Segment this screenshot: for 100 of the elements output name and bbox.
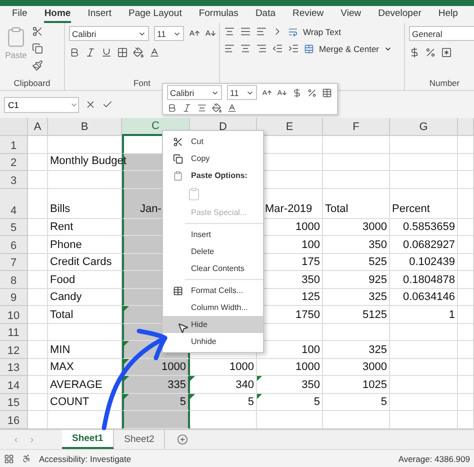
table-cell: 3000 <box>323 218 390 236</box>
comma-style-icon[interactable] <box>441 47 452 58</box>
bold-icon[interactable] <box>69 47 80 58</box>
table-cell: 0.102439 <box>390 254 458 272</box>
ribbon-tab[interactable]: Formulas <box>198 6 238 24</box>
underline-icon[interactable] <box>101 47 112 58</box>
cell-mode-icon <box>4 454 14 464</box>
column-header[interactable]: F <box>323 118 390 136</box>
ribbon-tab[interactable]: Developer <box>378 6 422 24</box>
decrease-font-icon[interactable] <box>277 88 287 98</box>
ribbon-tab[interactable]: File <box>12 6 28 24</box>
wrap-text-button[interactable]: Wrap Text <box>303 26 341 37</box>
accessibility-status[interactable]: Accessibility: Investigate <box>39 454 132 464</box>
row-header[interactable]: 4 <box>0 188 28 219</box>
align-bottom-icon[interactable] <box>256 26 267 38</box>
table-cell: 1000 <box>257 358 323 376</box>
copy-icon[interactable] <box>32 43 43 54</box>
number-format-field[interactable]: General <box>409 26 474 42</box>
column-header[interactable]: E <box>257 118 323 136</box>
row-header[interactable]: 8 <box>0 271 28 289</box>
ribbon-tab[interactable]: Review <box>292 6 324 24</box>
align-left-icon[interactable] <box>224 43 235 54</box>
group-label: Number <box>428 78 461 90</box>
align-center-icon[interactable] <box>197 103 207 113</box>
table-cell: Total <box>48 306 122 324</box>
table-cell: 5 <box>257 394 323 412</box>
decrease-indent-icon[interactable] <box>272 43 283 54</box>
wrap-text-icon[interactable] <box>288 26 298 37</box>
table-icon[interactable] <box>322 88 332 98</box>
ribbon-tab[interactable]: Data <box>255 6 276 24</box>
row-header[interactable]: 12 <box>0 341 28 359</box>
borders-icon[interactable] <box>117 47 128 58</box>
cancel-icon[interactable] <box>85 99 96 110</box>
table-cell: 525 <box>323 254 390 272</box>
increase-indent-icon[interactable] <box>288 43 299 54</box>
merge-cells-icon[interactable] <box>304 44 314 54</box>
row-header[interactable]: 15 <box>0 394 28 412</box>
row-header[interactable]: 13 <box>0 358 28 376</box>
table-cell <box>390 411 458 429</box>
currency-icon[interactable] <box>409 47 420 58</box>
ribbon-tab[interactable]: Help <box>438 6 458 24</box>
align-right-icon[interactable] <box>256 43 267 54</box>
align-top-icon[interactable] <box>224 26 235 38</box>
row-header[interactable]: 16 <box>0 411 28 429</box>
table-cell <box>390 154 458 172</box>
row-header[interactable]: 6 <box>0 236 28 254</box>
table-cell <box>458 394 474 412</box>
font-name-field[interactable]: Calibri <box>167 85 222 100</box>
font-name-field[interactable]: Calibri <box>69 26 149 42</box>
table-cell <box>323 136 390 154</box>
row-header[interactable]: 5 <box>0 218 28 236</box>
cell-text: Total <box>325 202 348 216</box>
row-header[interactable]: 9 <box>0 288 28 306</box>
font-size-field[interactable]: 11 <box>154 26 184 42</box>
table-cell <box>257 411 323 429</box>
add-sheet-icon[interactable] <box>177 434 188 446</box>
name-box[interactable]: C1 <box>4 96 79 113</box>
menu-item[interactable]: Hide <box>163 316 263 333</box>
align-middle-icon[interactable] <box>240 26 251 38</box>
merge-center-button[interactable]: Merge & Center <box>319 44 379 54</box>
percent-icon[interactable] <box>425 47 436 58</box>
align-center-icon[interactable] <box>240 43 251 54</box>
fill-color-icon[interactable] <box>212 103 222 113</box>
sheet-tab[interactable]: Sheet1 <box>62 430 114 450</box>
font-color-icon[interactable] <box>149 47 160 58</box>
table-cell <box>458 306 474 324</box>
menu-item[interactable]: Copy <box>163 150 263 167</box>
cell-text: Bills <box>50 202 70 216</box>
row-header[interactable]: 11 <box>0 324 28 342</box>
row-header[interactable]: 2 <box>0 154 28 172</box>
table-cell: 0.1804878 <box>390 271 458 289</box>
column-header[interactable]: A <box>28 118 48 136</box>
row-header[interactable]: 14 <box>0 376 28 394</box>
bold-icon[interactable] <box>167 103 177 113</box>
ribbon-tab[interactable]: Insert <box>88 6 112 24</box>
italic-icon[interactable] <box>85 47 96 58</box>
percent-icon[interactable] <box>307 88 317 98</box>
row-header[interactable]: 3 <box>0 171 28 189</box>
paintbrush-icon[interactable] <box>32 60 43 72</box>
group-label: Font <box>132 78 152 90</box>
table-cell <box>390 394 458 412</box>
accessibility-icon[interactable] <box>22 454 31 464</box>
ribbon-tab[interactable]: View <box>340 6 362 24</box>
fill-color-icon[interactable] <box>133 47 144 58</box>
increase-font-icon[interactable] <box>262 88 272 98</box>
table-cell: 1025 <box>323 376 390 394</box>
font-color-icon[interactable] <box>227 103 237 113</box>
row-header[interactable]: 1 <box>0 136 28 154</box>
row-header[interactable]: 7 <box>0 254 28 272</box>
table-cell <box>28 288 48 306</box>
ribbon-tab[interactable]: Page Layout <box>128 6 182 24</box>
table-cell <box>28 236 48 254</box>
column-header[interactable]: B <box>48 118 122 136</box>
column-header[interactable]: G <box>390 118 458 136</box>
row-header[interactable]: 10 <box>0 306 28 324</box>
table-cell <box>390 358 458 376</box>
currency-icon[interactable] <box>292 88 302 98</box>
font-size-field[interactable]: 11 <box>227 85 257 100</box>
cut-icon[interactable] <box>32 26 43 38</box>
italic-icon[interactable] <box>182 103 192 113</box>
